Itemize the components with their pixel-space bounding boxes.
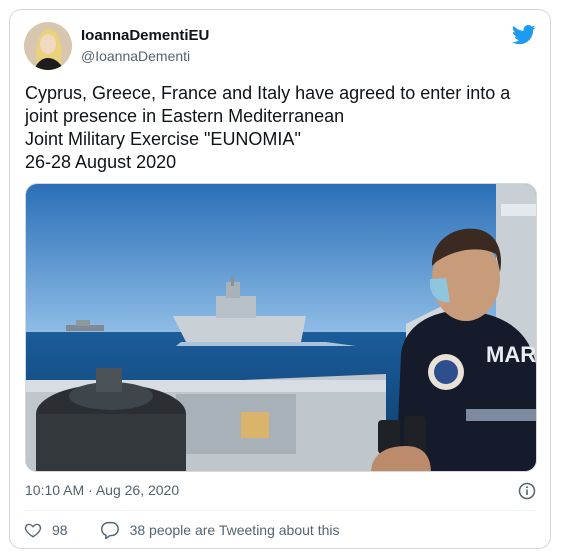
uniform-text: MARINE NA (486, 342, 537, 367)
tweet-text-line: joint presence in Eastern Mediterranean (25, 106, 345, 126)
tweet-text-line: 26-28 August 2020 (25, 152, 177, 172)
info-icon[interactable] (518, 482, 536, 500)
user-handle[interactable]: @IoannaDementi (81, 48, 190, 64)
tweet-text-line: Joint Military Exercise "EUNOMIA" (25, 129, 301, 149)
twitter-bird-icon[interactable] (512, 24, 536, 46)
divider (25, 510, 535, 511)
comment-icon (100, 521, 119, 539)
tweet-card: IoannaDementiEU @IoannaDementi Cyprus, G… (9, 9, 551, 549)
like-count: 98 (52, 522, 68, 538)
like-button[interactable]: 98 (24, 521, 68, 539)
tweet-photo[interactable]: MARINE NA (25, 183, 537, 472)
conversation-label: 38 people are Tweeting about this (129, 522, 340, 538)
tweet-text-line: Cyprus, Greece, France and Italy have ag… (25, 83, 511, 103)
timestamp[interactable]: 10:10 AM · Aug 26, 2020 (25, 482, 179, 498)
tweet-text: Cyprus, Greece, France and Italy have ag… (25, 82, 537, 174)
heart-icon (24, 523, 42, 538)
avatar[interactable] (24, 22, 72, 70)
tweet-actions: 98 38 people are Tweeting about this (24, 521, 339, 539)
display-name[interactable]: IoannaDementiEU (81, 27, 209, 44)
conversation-link[interactable]: 38 people are Tweeting about this (100, 521, 340, 539)
